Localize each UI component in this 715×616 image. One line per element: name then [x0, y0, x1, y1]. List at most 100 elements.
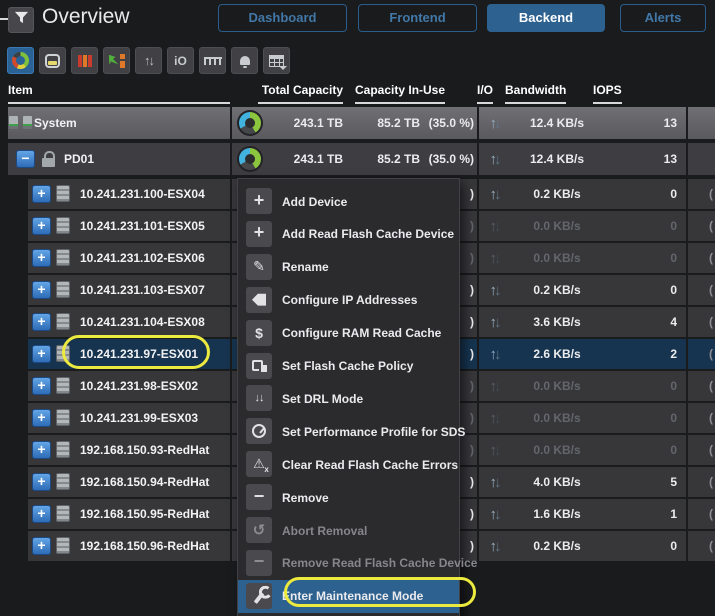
filter-button[interactable] [8, 7, 34, 33]
column-header-io[interactable]: I/O [477, 83, 493, 104]
row-label: 10.241.231.99-ESX03 [80, 403, 198, 433]
down-arrow-icon: ↓ [494, 506, 499, 523]
donut-chart-view-button[interactable] [7, 47, 34, 74]
io-view-button[interactable]: iO [167, 47, 194, 74]
row-label: 10.241.231.101-ESX05 [80, 211, 205, 241]
row-overflow-cell: ( [688, 435, 715, 465]
column-separator [230, 435, 232, 465]
menu-item-remove[interactable]: −Remove [238, 481, 459, 514]
server-icon [56, 217, 70, 234]
row-label: 10.241.231.98-ESX02 [80, 371, 198, 401]
iops-value: 0 [600, 531, 677, 561]
row-label: 192.168.150.95-RedHat [80, 499, 209, 529]
server-icon [56, 537, 70, 554]
alerts-bell-button[interactable] [231, 47, 258, 74]
io-arrows-icon: ↑↓ [481, 435, 507, 465]
menu-item-enter-maintenance-mode[interactable]: Enter Maintenance Mode [238, 580, 459, 613]
overflow-fragment: ( [709, 283, 713, 297]
sort-view-button[interactable] [135, 47, 162, 74]
menu-item-set-flash-cache-policy[interactable]: Set Flash Cache Policy [238, 350, 459, 383]
rebalance-view-button[interactable] [103, 47, 130, 74]
server-icon [56, 313, 70, 330]
row-overflow-cell: ( [688, 211, 715, 241]
row-overflow-cell: ( [688, 179, 715, 209]
ruler-view-button[interactable] [199, 47, 226, 74]
expand-button[interactable]: + [32, 505, 51, 523]
expand-button[interactable]: + [32, 185, 51, 203]
expand-button[interactable]: + [32, 345, 51, 363]
column-header-iops[interactable]: IOPS [593, 83, 622, 104]
table-row-system[interactable]: System243.1 TB85.2 TB(35.0 %)↑↓12.4 KB/s… [0, 107, 715, 139]
io-arrows-icon: ↑↓ [481, 467, 507, 497]
row-overflow-cell: ( [688, 467, 715, 497]
collapse-button[interactable]: − [16, 150, 35, 168]
down-arrow-icon: ↓ [494, 538, 499, 555]
iops-value: 0 [600, 211, 677, 241]
expand-button[interactable]: + [32, 441, 51, 459]
row-label: 10.241.231.104-ESX08 [80, 307, 205, 337]
expand-button[interactable]: + [32, 249, 51, 267]
row-label: 10.241.231.102-ESX06 [80, 243, 205, 273]
menu-item-clear-read-flash-cache-errors[interactable]: ⚠Clear Read Flash Cache Errors [238, 448, 459, 481]
row-overflow-cell: ( [688, 307, 715, 337]
expand-button[interactable]: + [32, 313, 51, 331]
menu-item-add-device[interactable]: +Add Device [238, 185, 459, 218]
column-header-bandwidth[interactable]: Bandwidth [505, 83, 566, 104]
menu-item-set-drl-mode[interactable]: ↓↓Set DRL Mode [238, 382, 459, 415]
down-arrow-icon: ↓ [494, 442, 499, 459]
column-header-total-capacity[interactable]: Total Capacity [258, 83, 343, 104]
funnel-icon [14, 10, 29, 30]
view-toolbar: iO [7, 47, 290, 74]
expand-button[interactable]: + [32, 473, 51, 491]
column-separator [230, 179, 232, 209]
menu-item-label: Configure IP Addresses [282, 284, 417, 317]
column-separator [477, 435, 479, 465]
bandwidth-value: 12.4 KB/s [506, 143, 608, 175]
overflow-fragment: ( [709, 475, 713, 489]
menu-item-configure-ip-addresses[interactable]: Configure IP Addresses [238, 284, 459, 317]
column-header-item[interactable]: Item [8, 83, 230, 104]
column-separator [477, 275, 479, 305]
column-separator [230, 371, 232, 401]
system-icon [9, 116, 32, 130]
gauge-icon [252, 424, 266, 438]
table-columns-button[interactable] [263, 47, 290, 74]
tab-backend[interactable]: Backend [487, 4, 605, 32]
expand-button[interactable]: + [32, 377, 51, 395]
expand-button[interactable]: + [32, 281, 51, 299]
menu-item-rename[interactable]: ✎Rename [238, 251, 459, 284]
bandwidth-value: 4.0 KB/s [506, 467, 608, 497]
capacity-view-button[interactable] [39, 47, 66, 74]
menu-icon-box: − [246, 550, 272, 576]
menu-item-label: Set Performance Profile for SDS [282, 415, 465, 448]
menu-item-abort-removal[interactable]: ↺Abort Removal [238, 514, 459, 547]
menu-item-remove-read-flash-cache-device[interactable]: −Remove Read Flash Cache Device [238, 547, 459, 580]
expand-button[interactable]: + [32, 409, 51, 427]
column-header-capacity-in-use[interactable]: Capacity In-Use [355, 83, 445, 104]
menu-item-set-performance-profile-for-sds[interactable]: Set Performance Profile for SDS [238, 415, 459, 448]
server-icon [56, 281, 70, 298]
alert-bars-icon [78, 55, 92, 67]
alerts-bars-view-button[interactable] [71, 47, 98, 74]
table-row-pd01[interactable]: −PD01243.1 TB85.2 TB(35.0 %)↑↓12.4 KB/s1… [0, 143, 715, 175]
row-overflow-cell: ( [688, 243, 715, 273]
column-separator [230, 275, 232, 305]
overflow-fragment: ( [709, 219, 713, 233]
column-separator [230, 499, 232, 529]
column-separator [230, 107, 232, 139]
tab-frontend[interactable]: Frontend [358, 4, 477, 32]
menu-item-label: Remove [282, 481, 329, 514]
row-overflow-cell: ( [688, 499, 715, 529]
tab-alerts[interactable]: Alerts [620, 4, 706, 32]
expand-button[interactable]: + [32, 537, 51, 555]
menu-item-add-read-flash-cache-device[interactable]: +Add Read Flash Cache Device [238, 218, 459, 251]
overflow-fragment: ( [709, 443, 713, 457]
tab-dashboard[interactable]: Dashboard [218, 4, 347, 32]
menu-item-configure-ram-read-cache[interactable]: $Configure RAM Read Cache [238, 317, 459, 350]
row-overflow-cell: ( [688, 339, 715, 369]
expand-button[interactable]: + [32, 217, 51, 235]
overflow-fragment: ( [709, 507, 713, 521]
iops-value: 13 [600, 107, 677, 139]
rebalance-icon [109, 54, 125, 68]
down-arrow-icon: ↓ [494, 186, 499, 203]
